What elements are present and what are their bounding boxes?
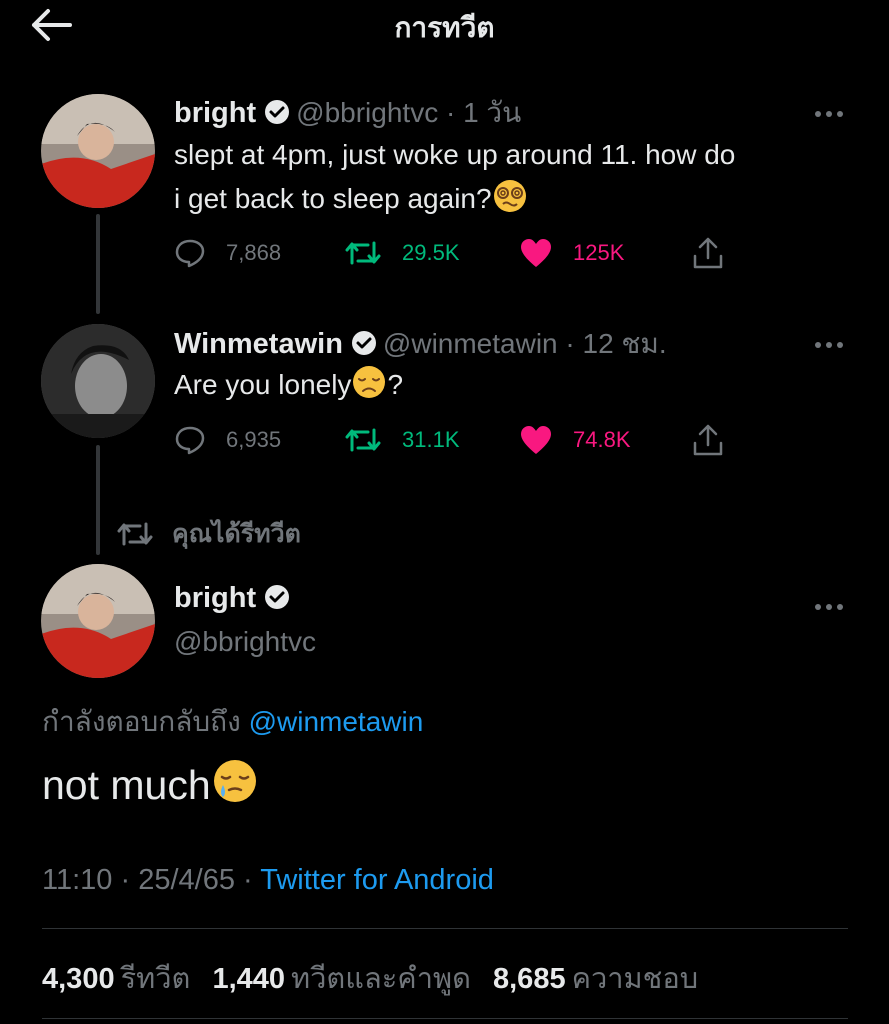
tweet-header: Winmetawin @winmetawin · 12 ชม. <box>174 322 667 366</box>
replying-prefix: กำลังตอบกลับถึง <box>42 706 241 737</box>
tweet-text-line: i get back to sleep again? <box>174 183 492 214</box>
reply-icon <box>175 426 205 455</box>
retweet-icon <box>345 428 381 452</box>
divider <box>42 928 848 929</box>
reply-button[interactable]: 6,935 <box>174 424 281 456</box>
heart-icon <box>521 426 551 454</box>
verified-badge-icon <box>351 330 377 356</box>
display-name[interactable]: bright <box>174 582 256 614</box>
retweet-button[interactable]: 31.1K <box>344 424 460 456</box>
more-options-icon[interactable] <box>815 335 851 348</box>
verified-badge-icon <box>264 99 290 125</box>
tweet-meta: 11:10 · 25/4/65 · Twitter for Android <box>42 864 494 897</box>
retweets-stat[interactable]: 4,300 รีทวีต <box>42 963 190 995</box>
retweets-label: รีทวีต <box>120 963 191 995</box>
like-count: 125K <box>573 240 625 265</box>
quotes-label: ทวีตและคำพูด <box>291 963 471 995</box>
likes-count: 8,685 <box>493 963 566 995</box>
quotes-count: 1,440 <box>212 963 286 995</box>
retweet-count: 31.1K <box>402 427 460 452</box>
heart-icon <box>521 239 551 267</box>
tweet-text-line: slept at 4pm, just woke up around 11. ho… <box>174 139 736 170</box>
more-options-icon[interactable] <box>815 104 851 117</box>
main-tweet-text: not much <box>42 757 259 815</box>
quotes-stat[interactable]: 1,440 ทวีตและคำพูด <box>212 963 470 995</box>
mention-link[interactable]: @winmetawin <box>249 706 424 737</box>
tweet-text: Are you lonely? <box>174 363 403 413</box>
replying-to: กำลังตอบกลับถึง @winmetawin <box>42 700 423 744</box>
like-count: 74.8K <box>573 427 631 452</box>
more-options-icon[interactable] <box>815 597 851 610</box>
retweet-icon <box>345 241 381 265</box>
handle[interactable]: @bbrightvc <box>174 626 316 658</box>
tweet-text: slept at 4pm, just woke up around 11. ho… <box>174 133 864 227</box>
retweet-icon <box>117 522 153 546</box>
likes-stat[interactable]: 8,685 ความชอบ <box>493 963 698 995</box>
share-button[interactable] <box>692 236 724 275</box>
thread-line <box>96 214 100 314</box>
share-icon <box>693 424 723 456</box>
handle-time[interactable]: @winmetawin · 12 ชม. <box>383 328 667 359</box>
display-name[interactable]: bright <box>174 97 256 129</box>
reply-button[interactable]: 7,868 <box>174 237 281 269</box>
disappointed-face-icon <box>351 364 387 413</box>
thread-line <box>96 445 100 555</box>
retweet-button[interactable]: 29.5K <box>344 237 460 269</box>
avatar[interactable] <box>41 94 155 208</box>
source-link[interactable]: Twitter for Android <box>260 864 494 896</box>
avatar[interactable] <box>41 324 155 438</box>
display-name[interactable]: Winmetawin <box>174 328 343 360</box>
verified-badge-icon <box>264 584 290 610</box>
sleepy-face-icon <box>211 757 259 815</box>
avatar[interactable] <box>41 564 155 678</box>
retweet-count: 29.5K <box>402 240 460 265</box>
reply-count: 6,935 <box>226 427 282 452</box>
like-button[interactable]: 74.8K <box>519 424 631 456</box>
likes-label: ความชอบ <box>571 963 699 995</box>
like-button[interactable]: 125K <box>519 237 624 269</box>
reply-count: 7,868 <box>226 240 282 265</box>
tweet-header: bright @bbrightvc · 1 วัน <box>174 91 521 135</box>
tweet-stats: 4,300 รีทวีต 1,440 ทวีตและคำพูด 8,685 ความช… <box>42 955 698 1001</box>
share-button[interactable] <box>692 423 724 462</box>
retweeted-indicator: คุณได้รีทวีต <box>114 514 301 554</box>
tweet-text-line: ? <box>387 369 404 400</box>
share-icon <box>693 237 723 269</box>
timestamp: 11:10 · 25/4/65 · <box>42 864 261 896</box>
page-title: การทวีต <box>394 12 495 43</box>
tweet-header: bright <box>174 582 296 615</box>
retweets-count: 4,300 <box>42 963 115 995</box>
handle-time[interactable]: @bbrightvc · 1 วัน <box>296 97 521 128</box>
reply-icon <box>175 239 205 268</box>
retweeted-label: คุณได้รีทวีต <box>172 520 301 548</box>
divider <box>42 1018 848 1019</box>
main-tweet-text-content: not much <box>42 762 211 808</box>
dizzy-face-icon <box>492 178 528 227</box>
tweet-text-line: Are you lonely <box>174 369 352 400</box>
